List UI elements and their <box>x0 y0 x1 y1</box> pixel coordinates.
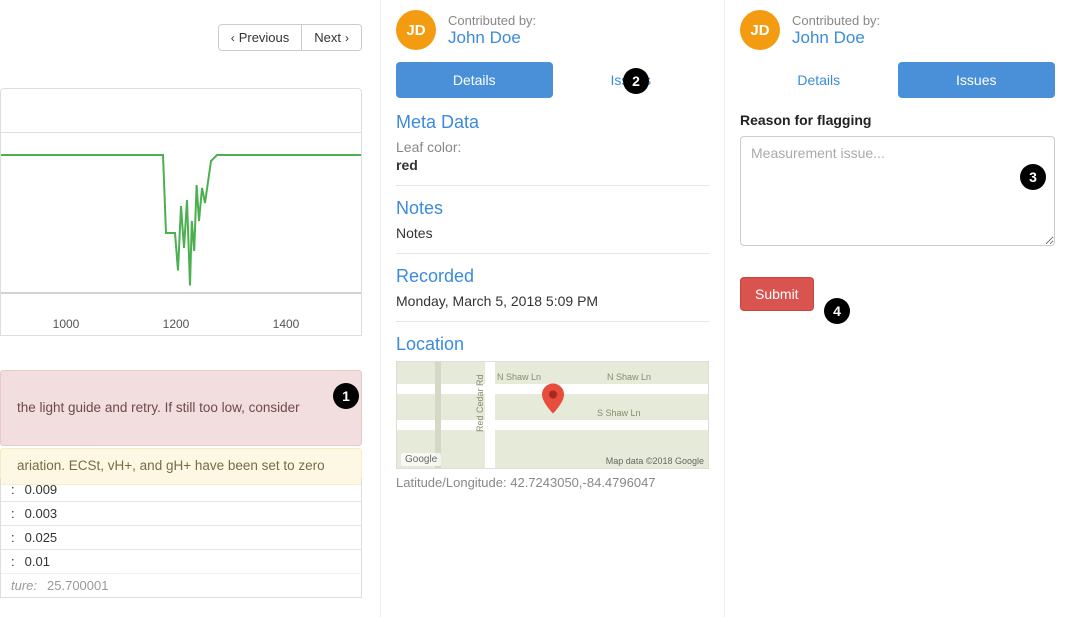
alert-warning-text: ariation. ECSt, vH+, and gH+ have been s… <box>17 458 325 473</box>
divider <box>396 253 709 254</box>
table-row: :0.009 <box>1 478 361 501</box>
flag-reason-label: Reason for flagging <box>740 112 1055 128</box>
table-row: ture:25.700001 <box>1 573 361 597</box>
annotation-1: 1 <box>333 383 359 409</box>
avatar: JD <box>396 10 436 50</box>
row-val: 0.009 <box>25 482 58 497</box>
contributor-block: JD Contributed by: John Doe <box>740 10 1055 50</box>
chart-header <box>1 89 361 133</box>
next-label: Next <box>314 30 341 45</box>
chart-card: 1000 1200 1400 <box>0 88 362 336</box>
issues-panel: JD Contributed by: John Doe Details Issu… <box>725 0 1070 617</box>
prev-button[interactable]: ‹ Previous <box>218 24 303 51</box>
notes-value: Notes <box>396 225 709 241</box>
prev-label: Previous <box>239 30 290 45</box>
contributed-by-label: Contributed by: <box>792 13 880 28</box>
row-val: 0.003 <box>25 506 58 521</box>
data-table: :0.009 :0.003 :0.025 :0.01 ture:25.70000… <box>0 478 362 598</box>
contributor-name-link[interactable]: John Doe <box>448 28 536 48</box>
map-credit: Map data ©2018 Google <box>606 456 704 466</box>
divider <box>396 185 709 186</box>
xtick: 1000 <box>53 317 80 331</box>
chart-svg <box>1 143 361 313</box>
chevron-right-icon: › <box>345 31 349 45</box>
road-label: N Shaw Ln <box>607 372 651 382</box>
table-row: :0.003 <box>1 501 361 525</box>
location-title: Location <box>396 334 709 355</box>
annotation-3: 3 <box>1020 164 1046 190</box>
annotation-2: 2 <box>623 68 649 94</box>
recorded-value: Monday, March 5, 2018 5:09 PM <box>396 293 709 309</box>
road-label: S Shaw Ln <box>597 408 641 418</box>
next-button[interactable]: Next › <box>302 24 362 51</box>
row-val: 25.700001 <box>47 578 108 593</box>
tab-issues[interactable]: Issues <box>898 62 1056 98</box>
map-thumbnail[interactable]: N Shaw Ln N Shaw Ln S Shaw Ln Red Cedar … <box>396 361 709 469</box>
annotation-4: 4 <box>824 298 850 324</box>
tab-bar: Details Issues <box>740 62 1055 98</box>
recorded-title: Recorded <box>396 266 709 287</box>
contributed-by-label: Contributed by: <box>448 13 536 28</box>
details-panel: JD Contributed by: John Doe Details Issu… <box>380 0 725 617</box>
google-logo: Google <box>401 453 441 466</box>
tab-bar: Details Issues <box>396 62 709 98</box>
chart-body: 1000 1200 1400 <box>1 133 361 333</box>
map-pin-icon <box>542 384 564 417</box>
road-label: N Shaw Ln <box>497 372 541 382</box>
left-panel: ‹ Previous Next › 1000 1200 1400 <box>0 0 380 617</box>
tab-details[interactable]: Details <box>396 62 553 98</box>
submit-button[interactable]: Submit <box>740 277 814 311</box>
chevron-left-icon: ‹ <box>231 31 235 45</box>
alert-danger: the light guide and retry. If still too … <box>0 370 362 446</box>
avatar: JD <box>740 10 780 50</box>
table-row: :0.025 <box>1 525 361 549</box>
meta-value: red <box>396 157 709 173</box>
nav-buttons: ‹ Previous Next › <box>218 24 362 51</box>
x-ticks: 1000 1200 1400 <box>1 313 361 331</box>
flag-reason-input[interactable] <box>740 136 1055 246</box>
xtick: 1200 <box>163 317 190 331</box>
tab-details[interactable]: Details <box>740 62 898 98</box>
alert-danger-text: the light guide and retry. If still too … <box>17 399 300 418</box>
xtick: 1400 <box>273 317 300 331</box>
divider <box>396 321 709 322</box>
metadata-title: Meta Data <box>396 112 709 133</box>
contributor-block: JD Contributed by: John Doe <box>396 10 709 50</box>
row-val: 0.025 <box>25 530 58 545</box>
latlon-text: Latitude/Longitude: 42.7243050,-84.47960… <box>396 475 709 490</box>
row-val: 0.01 <box>25 554 50 569</box>
road-label: Red Cedar Rd <box>475 374 485 432</box>
alerts: the light guide and retry. If still too … <box>0 370 362 485</box>
table-row: :0.01 <box>1 549 361 573</box>
meta-label: Leaf color: <box>396 139 709 155</box>
contributor-name-link[interactable]: John Doe <box>792 28 880 48</box>
notes-title: Notes <box>396 198 709 219</box>
